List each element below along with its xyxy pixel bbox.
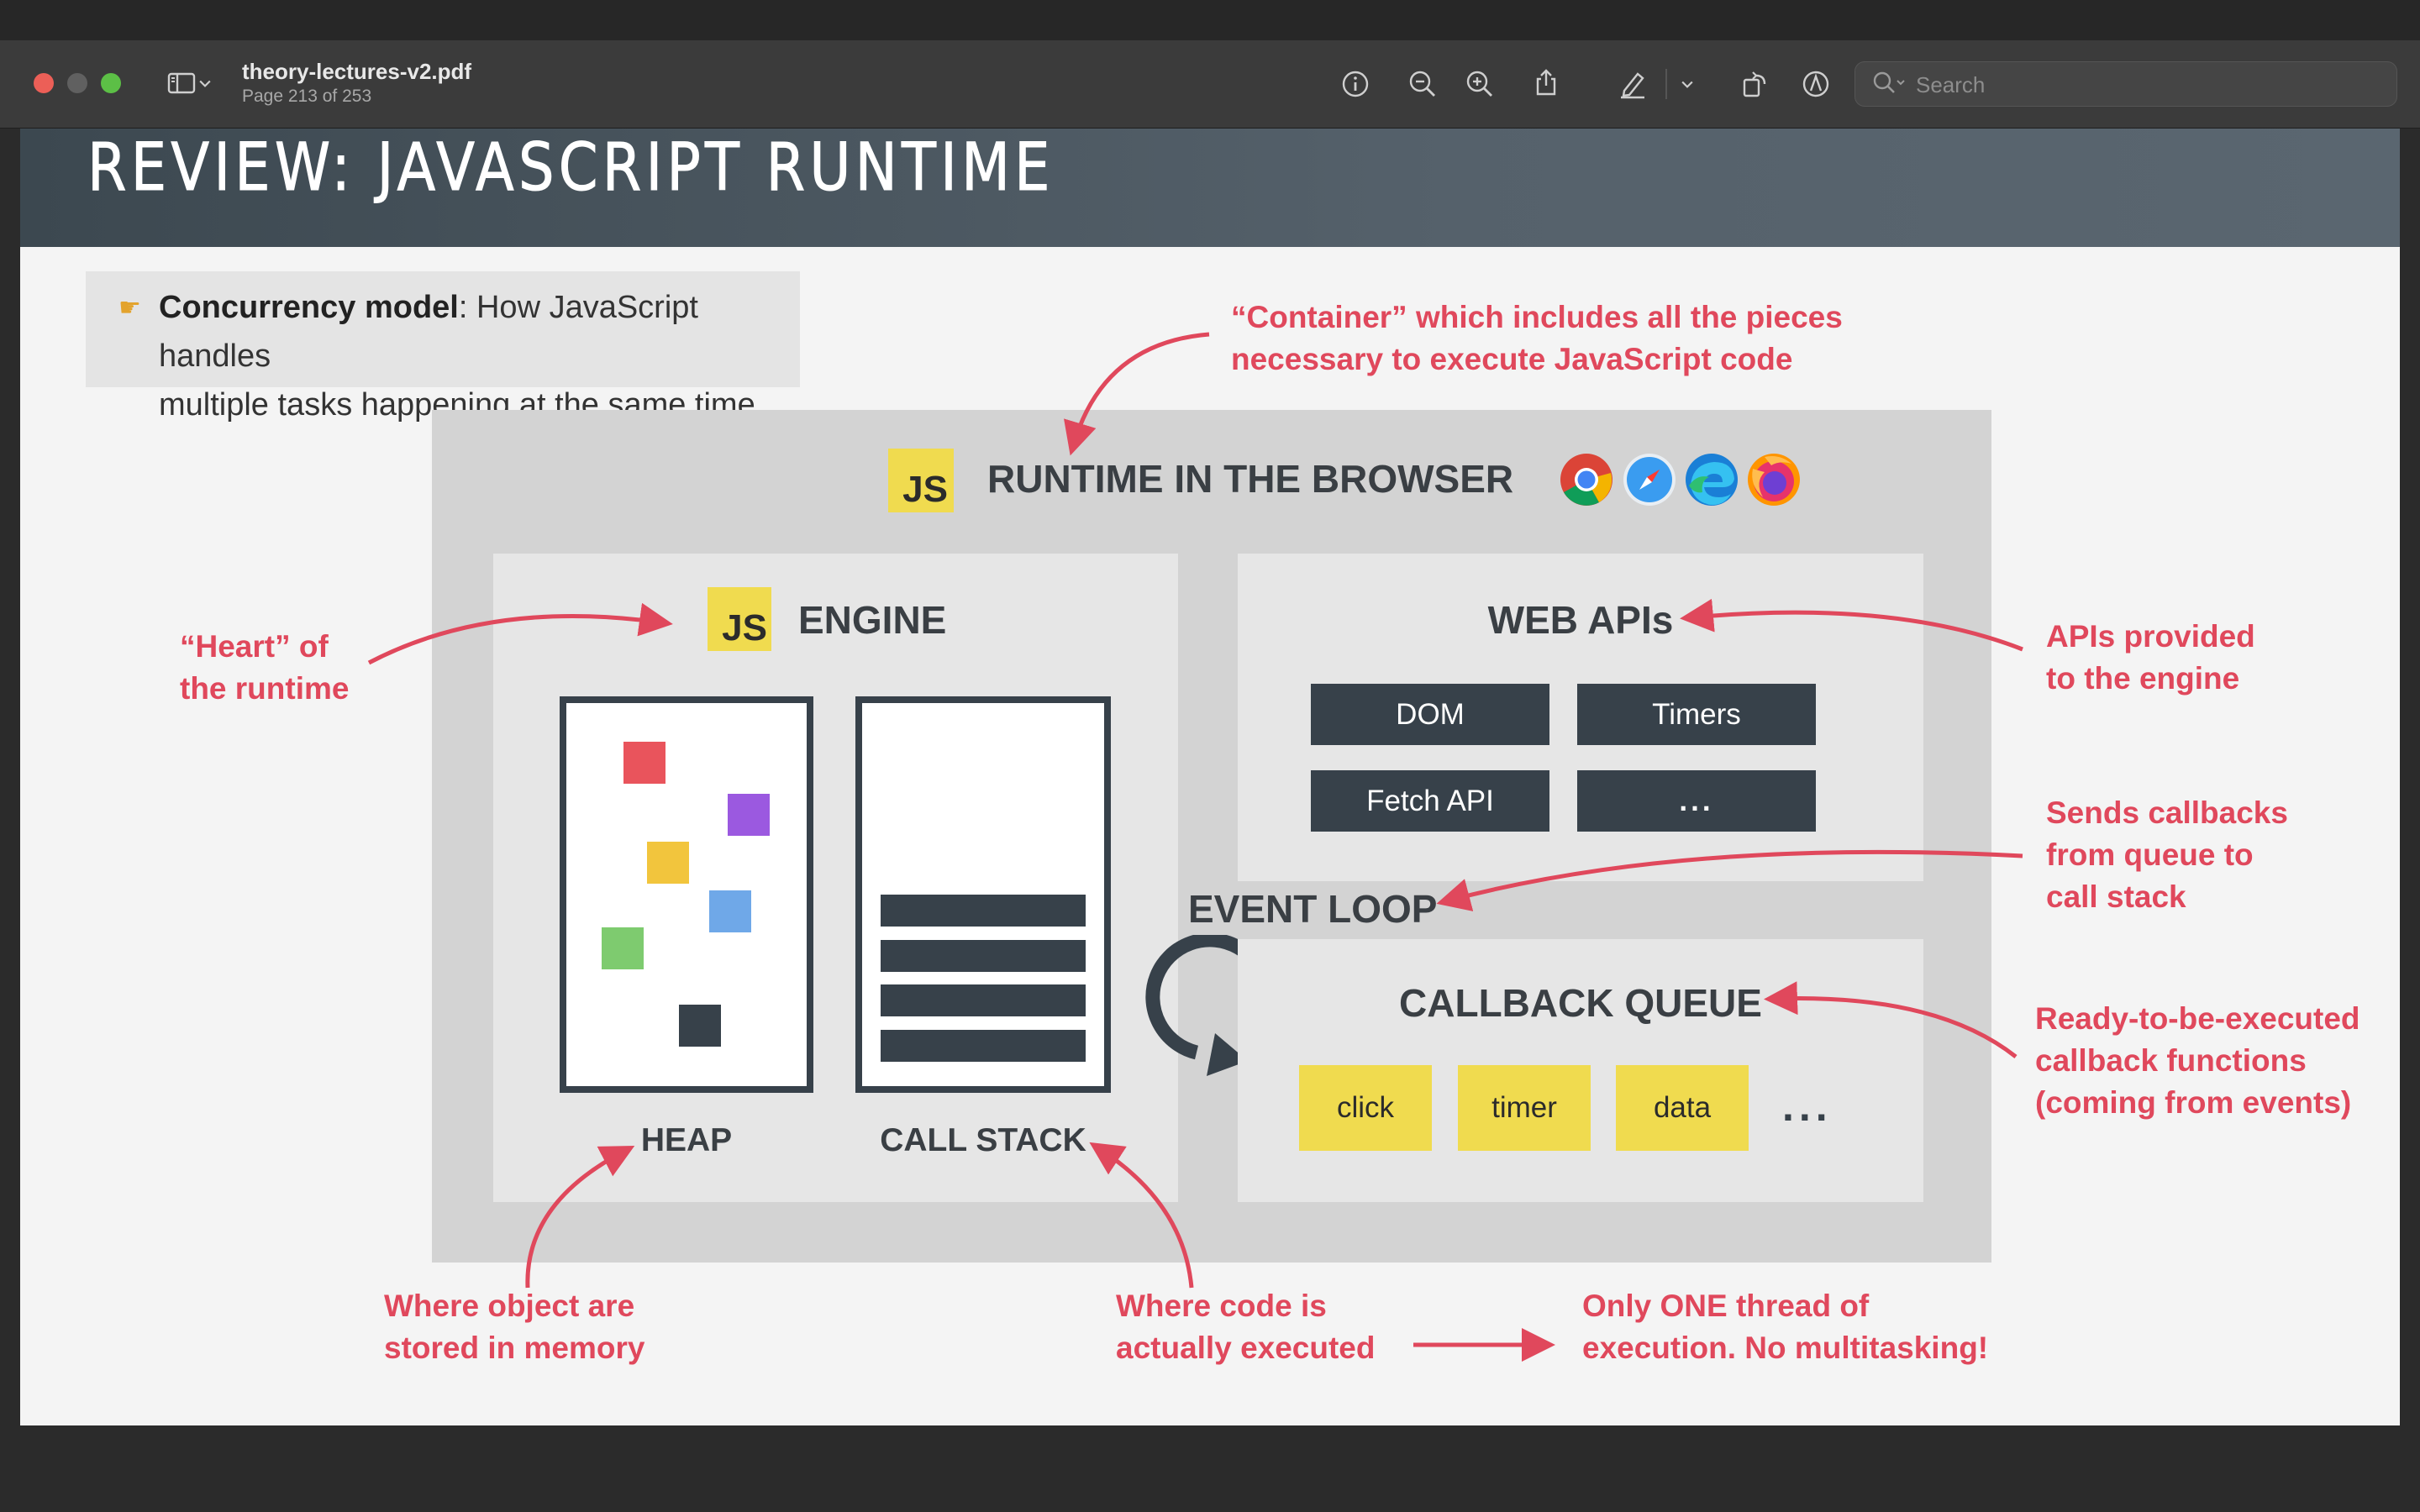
firefox-icon — [1746, 452, 1802, 507]
more-callbacks: ... — [1782, 1083, 1833, 1130]
safari-icon — [1622, 452, 1677, 507]
chevron-down-icon[interactable] — [195, 63, 215, 103]
zoom-out-icon[interactable] — [1402, 64, 1443, 104]
call-stack-annotation: Where code is actually executed — [1116, 1289, 1376, 1365]
concurrency-text: Concurrency model: How JavaScript handle… — [159, 283, 781, 429]
pdf-page: REVIEW: JAVASCRIPT RUNTIME ☛ Concurrency… — [20, 129, 2400, 1425]
web-apis-title: WEB APIs — [1487, 598, 1674, 642]
heap-annotation: Where object are stored in memory — [384, 1289, 645, 1365]
container-annotation: “Container” which includes all the piece… — [1231, 300, 1843, 376]
dom-api-block: DOM — [1311, 684, 1549, 745]
js-logo-icon: JS — [708, 587, 771, 651]
heap-object — [728, 794, 770, 836]
heart-annotation: “Heart” of the runtime — [180, 629, 350, 706]
js-logo-icon: JS — [888, 449, 954, 512]
event-loop-annotation: Sends callbacks from queue to call stack — [2046, 795, 2288, 914]
highlight-pen-icon[interactable] — [1612, 64, 1653, 104]
markup-icon[interactable] — [1796, 64, 1836, 104]
stack-frame — [881, 940, 1086, 972]
chevron-down-icon[interactable] — [1675, 64, 1700, 104]
event-loop-label: EVENT LOOP — [1188, 887, 1438, 931]
timers-api-block: Timers — [1577, 684, 1816, 745]
more-apis-block: ... — [1577, 770, 1816, 832]
toolbar-divider — [1665, 69, 1667, 99]
heap-label: HEAP — [640, 1122, 733, 1158]
engine-title: ENGINE — [798, 598, 947, 642]
callback-queue-title: CALLBACK QUEUE — [1399, 981, 1762, 1025]
concurrency-term: Concurrency model — [159, 290, 459, 325]
heap-object — [602, 927, 644, 969]
chrome-icon — [1559, 452, 1614, 507]
heap-object — [623, 742, 666, 784]
close-window-button[interactable] — [34, 73, 54, 93]
click-callback: click — [1299, 1065, 1432, 1151]
stack-frame — [881, 895, 1086, 927]
menu-bar-strip — [0, 0, 2420, 40]
stack-frame — [881, 1030, 1086, 1062]
timer-callback: timer — [1458, 1065, 1591, 1151]
apis-annotation: APIs provided to the engine — [2046, 619, 2255, 696]
minimize-window-button[interactable] — [67, 73, 87, 93]
heap-object — [709, 890, 751, 932]
zoom-window-button[interactable] — [101, 73, 121, 93]
search-field[interactable] — [1854, 61, 2397, 108]
runtime-title: RUNTIME IN THE BROWSER — [987, 457, 1514, 501]
stack-frame — [881, 984, 1086, 1016]
single-thread-annotation: Only ONE thread of execution. No multitas… — [1582, 1289, 1989, 1365]
pointing-hand-icon: ☛ — [118, 294, 141, 322]
callback-queue-annotation: Ready-to-be-executed callback functions (c… — [2035, 1001, 2360, 1120]
rotate-icon[interactable] — [1734, 64, 1775, 104]
search-icon — [1870, 69, 1907, 103]
call-stack-label: CALL STACK — [880, 1122, 1086, 1158]
zoom-in-icon[interactable] — [1460, 64, 1500, 104]
fetch-api-block: Fetch API — [1311, 770, 1549, 832]
info-icon[interactable] — [1335, 64, 1376, 104]
search-input[interactable] — [1914, 62, 2388, 108]
data-callback: data — [1616, 1065, 1749, 1151]
heap-object — [647, 842, 689, 884]
heap-object — [679, 1005, 721, 1047]
slide-title: REVIEW: JAVASCRIPT RUNTIME — [87, 130, 1055, 207]
page-indicator: Page 213 of 253 — [242, 87, 372, 106]
document-title: theory-lectures-v2.pdf — [242, 59, 472, 84]
share-icon[interactable] — [1526, 62, 1566, 102]
edge-icon — [1684, 452, 1739, 507]
